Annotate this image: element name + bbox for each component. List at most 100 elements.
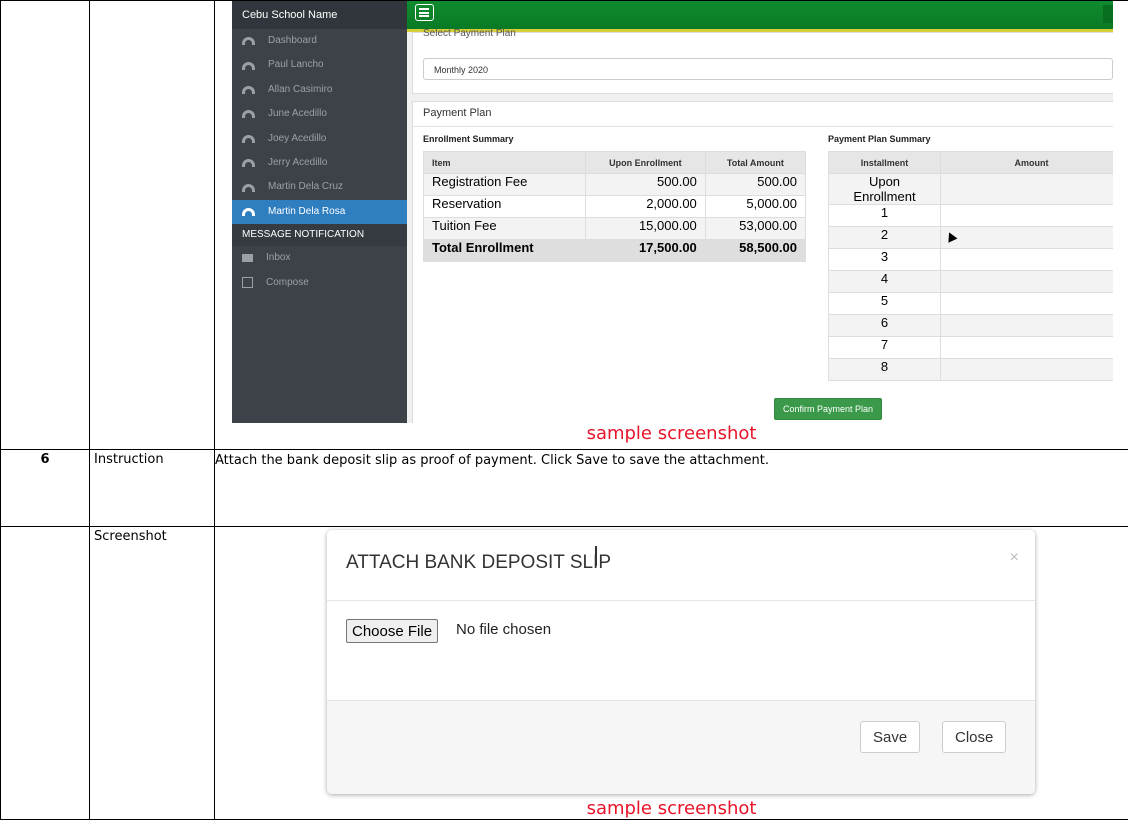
step-number-cell-empty bbox=[1, 1, 90, 450]
sidebar-item-label: Inbox bbox=[266, 246, 290, 270]
dashboard-icon bbox=[242, 135, 255, 143]
sidebar-item-label: Martin Dela Rosa bbox=[268, 200, 345, 224]
installment-cell: 2 bbox=[829, 227, 941, 249]
column-header: Upon Enrollment bbox=[586, 152, 706, 174]
select-plan-panel: Select Payment Plan Monthly 2020 bbox=[412, 32, 1113, 94]
table-row: Reservation 2,000.00 5,000.00 bbox=[424, 196, 806, 218]
hamburger-icon bbox=[419, 8, 429, 10]
sidebar-item-martin-dela-cruz[interactable]: Martin Dela Cruz bbox=[232, 175, 407, 199]
dashboard-icon bbox=[242, 62, 255, 70]
message-section-heading: MESSAGE NOTIFICATION bbox=[232, 224, 407, 246]
menu-toggle-button[interactable] bbox=[415, 4, 434, 21]
save-button[interactable]: Save bbox=[860, 721, 920, 753]
panel-divider bbox=[413, 126, 1113, 127]
sidebar-item-label: Paul Lancho bbox=[268, 53, 324, 77]
amount-cell bbox=[941, 205, 1114, 227]
dialog-footer: Save Close bbox=[327, 701, 1035, 794]
cell: Tuition Fee bbox=[424, 218, 586, 240]
sidebar-item-jerry-acedillo[interactable]: Jerry Acedillo bbox=[232, 151, 407, 175]
installment-cell: 6 bbox=[829, 315, 941, 337]
sidebar-item-paul-lancho[interactable]: Paul Lancho bbox=[232, 53, 407, 77]
screenshot-cell-1: Cebu School Name DashboardPaul LanchoAll… bbox=[215, 1, 1128, 450]
sidebar-item-joey-acedillo[interactable]: Joey Acedillo bbox=[232, 127, 407, 151]
column-header: Installment bbox=[829, 152, 941, 174]
document-table: Cebu School Name DashboardPaul LanchoAll… bbox=[0, 0, 1128, 820]
table-row: 8 bbox=[829, 359, 1114, 381]
attach-slip-dialog: ATTACH BANK DEPOSIT SLIP × Choose File N… bbox=[327, 530, 1035, 794]
amount-cell bbox=[941, 227, 1114, 249]
edit-icon bbox=[242, 277, 253, 288]
step-label-cell-empty bbox=[90, 1, 215, 450]
file-status: No file chosen bbox=[456, 621, 551, 638]
installment-cell: 7 bbox=[829, 337, 941, 359]
screenshot-label: Screenshot bbox=[90, 527, 215, 820]
hamburger-icon-bar bbox=[419, 15, 429, 17]
choose-file-button[interactable]: Choose File bbox=[346, 619, 438, 643]
table-row: 1 bbox=[829, 205, 1114, 227]
sidebar: Cebu School Name DashboardPaul LanchoAll… bbox=[232, 1, 407, 423]
table-row: Upon Enrollment bbox=[829, 174, 1114, 205]
sidebar-item-label: Allan Casimiro bbox=[268, 78, 332, 102]
cell: 17,500.00 bbox=[586, 240, 706, 262]
cell: Reservation bbox=[424, 196, 586, 218]
sidebar-item-inbox[interactable]: Inbox bbox=[232, 246, 407, 270]
screenshot-caption: sample screenshot bbox=[215, 423, 1128, 444]
cell: 53,000.00 bbox=[705, 218, 805, 240]
sidebar-item-june-acedillo[interactable]: June Acedillo bbox=[232, 102, 407, 126]
text-cursor-icon bbox=[595, 546, 597, 566]
total-row: Total Enrollment 17,500.00 58,500.00 bbox=[424, 240, 806, 262]
installment-cell: 5 bbox=[829, 293, 941, 315]
brand-name: Cebu School Name bbox=[232, 1, 407, 29]
sidebar-item-label: Joey Acedillo bbox=[268, 127, 326, 151]
table-row: 5 bbox=[829, 293, 1114, 315]
payment-plan-summary-table: Installment Amount Upon Enrollment123456… bbox=[828, 151, 1113, 381]
screenshot-caption: sample screenshot bbox=[215, 798, 1128, 819]
hamburger-icon-bar bbox=[419, 12, 429, 14]
sidebar-item-dashboard[interactable]: Dashboard bbox=[232, 29, 407, 53]
dashboard-icon bbox=[242, 208, 255, 216]
dashboard-icon bbox=[242, 110, 255, 118]
close-button[interactable]: Close bbox=[942, 721, 1006, 753]
sidebar-item-martin-dela-rosa[interactable]: Martin Dela Rosa bbox=[232, 200, 407, 224]
amount-cell bbox=[941, 359, 1114, 381]
cell: 58,500.00 bbox=[705, 240, 805, 262]
sidebar-item-allan-casimiro[interactable]: Allan Casimiro bbox=[232, 78, 407, 102]
sidebar-item-label: June Acedillo bbox=[268, 102, 327, 126]
sidebar-item-compose[interactable]: Compose bbox=[232, 271, 407, 295]
installment-cell: 8 bbox=[829, 359, 941, 381]
cell: 2,000.00 bbox=[586, 196, 706, 218]
app-screenshot: Cebu School Name DashboardPaul LanchoAll… bbox=[232, 1, 1113, 423]
cell: 500.00 bbox=[586, 174, 706, 196]
sidebar-item-label: Martin Dela Cruz bbox=[268, 175, 343, 199]
installment-cell: Upon Enrollment bbox=[829, 174, 941, 205]
cell: Registration Fee bbox=[424, 174, 586, 196]
column-header: Total Amount bbox=[705, 152, 805, 174]
topbar-right-edge bbox=[1103, 5, 1113, 23]
panel-title: Payment Plan bbox=[423, 107, 491, 119]
sidebar-item-label: Dashboard bbox=[268, 29, 317, 53]
amount-cell bbox=[941, 271, 1114, 293]
dashboard-icon bbox=[242, 37, 255, 45]
payment-plan-summary-body: Installment Amount Upon Enrollment123456… bbox=[829, 152, 1114, 381]
installment-cell: 1 bbox=[829, 205, 941, 227]
close-icon[interactable]: × bbox=[1010, 549, 1019, 567]
table-row: 7 bbox=[829, 337, 1114, 359]
dashboard-icon bbox=[242, 184, 255, 192]
payment-plan-select[interactable]: Monthly 2020 bbox=[423, 58, 1113, 80]
column-header: Amount bbox=[941, 152, 1114, 174]
confirm-payment-plan-button[interactable]: Confirm Payment Plan bbox=[774, 398, 882, 420]
table-row: Registration Fee 500.00 500.00 bbox=[424, 174, 806, 196]
amount-cell bbox=[941, 174, 1114, 205]
table-row: Tuition Fee 15,000.00 53,000.00 bbox=[424, 218, 806, 240]
installment-cell: 3 bbox=[829, 249, 941, 271]
nav-list: DashboardPaul LanchoAllan CasimiroJune A… bbox=[232, 29, 407, 224]
table-row: 3 bbox=[829, 249, 1114, 271]
screenshot-cell-2: ATTACH BANK DEPOSIT SLIP × Choose File N… bbox=[215, 527, 1128, 820]
sidebar-item-label: Compose bbox=[266, 271, 309, 295]
amount-cell bbox=[941, 315, 1114, 337]
main-content: Select Payment Plan Monthly 2020 Payment… bbox=[407, 32, 1113, 423]
instruction-label: Instruction bbox=[90, 450, 215, 527]
table-row: 2 bbox=[829, 227, 1114, 249]
table-row: 4 bbox=[829, 271, 1114, 293]
amount-cell bbox=[941, 337, 1114, 359]
